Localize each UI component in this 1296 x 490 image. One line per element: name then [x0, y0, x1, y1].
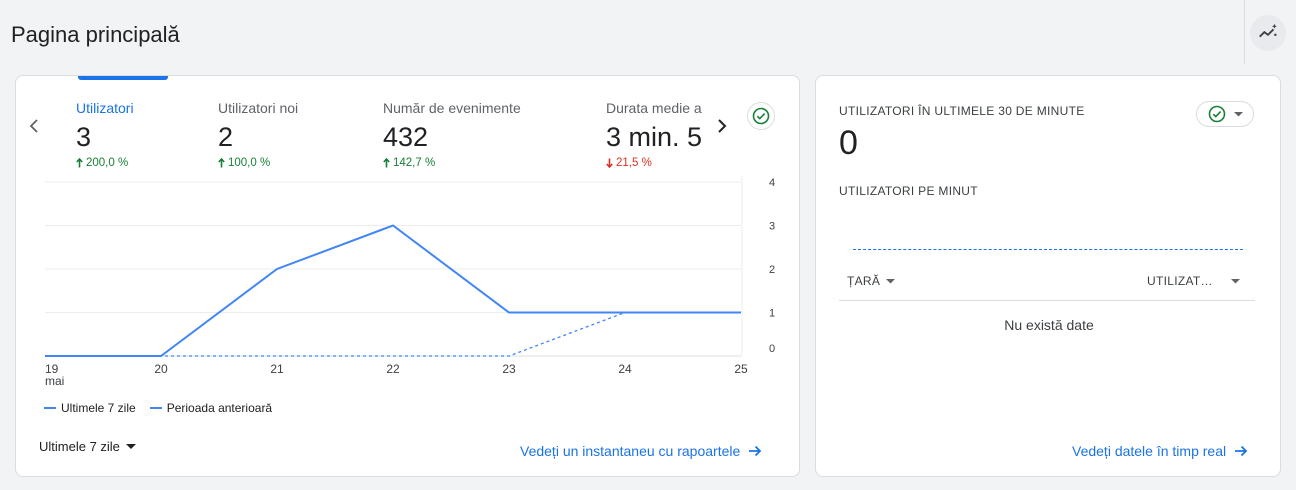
view-realtime-link[interactable]: Vedeți datele în timp real: [1072, 443, 1248, 459]
arrow-right-icon: [1235, 445, 1248, 457]
x-tick-label: 20: [154, 362, 168, 376]
x-tick-label: 25: [734, 362, 748, 376]
date-range-dropdown[interactable]: Ultimele 7 zile: [39, 439, 136, 454]
users-line-chart: 4321019 20 21 22 23 24 25mai: [45, 176, 775, 388]
realtime-table-header: ȚARĂ UTILIZAT…: [839, 266, 1255, 301]
realtime-subtitle: UTILIZATORI PE MINUT: [839, 184, 978, 198]
realtime-card: UTILIZATORI ÎN ULTIMELE 30 DE MINUTE 0 U…: [815, 75, 1281, 477]
overview-card: Utilizatori 3 200,0 % Utilizatori noi 2 …: [15, 75, 800, 477]
x-tick-label: 22: [386, 362, 400, 376]
check-circle-icon: [1208, 105, 1225, 123]
y-tick-label: 2: [769, 264, 775, 276]
legend-label-current: Ultimele 7 zile: [61, 401, 136, 415]
y-tick-label: 3: [769, 221, 775, 233]
legend-swatch-dashed: [149, 407, 162, 409]
view-reports-link[interactable]: Vedeți un instantaneu cu rapoartele: [520, 443, 762, 459]
dropdown-arrow-icon: [886, 278, 896, 283]
x-tick-label: 21: [270, 362, 284, 376]
series-line-previous: [45, 311, 741, 357]
dropdown-arrow-icon: [1230, 278, 1240, 283]
column-users-label: UTILIZAT…: [1147, 274, 1213, 288]
dropdown-arrow-icon: [125, 443, 136, 449]
y-tick-label: 4: [769, 177, 775, 189]
column-users-header[interactable]: UTILIZAT…: [1147, 274, 1240, 288]
no-data-message: Nu există date: [1004, 317, 1094, 333]
x-tick-sublabel: mai: [45, 374, 64, 388]
view-reports-label: Vedeți un instantaneu cu rapoartele: [520, 443, 741, 459]
users-per-minute-sparkline: [853, 249, 1243, 250]
legend-item-previous: Perioada anterioară: [149, 401, 273, 415]
y-tick-label: 0: [769, 343, 775, 355]
realtime-quality-dropdown[interactable]: [1196, 101, 1254, 127]
insights-button[interactable]: [1250, 15, 1286, 51]
realtime-title: UTILIZATORI ÎN ULTIMELE 30 DE MINUTE: [839, 104, 1085, 118]
insights-icon: [1259, 23, 1277, 38]
date-range-label: Ultimele 7 zile: [39, 439, 120, 454]
arrow-right-icon: [749, 445, 762, 457]
column-country-label: ȚARĂ: [847, 274, 881, 288]
legend-swatch-solid: [44, 407, 56, 409]
legend-item-current: Ultimele 7 zile: [44, 401, 136, 415]
page-title: Pagina principală: [11, 22, 180, 47]
series-line-current: [45, 224, 741, 357]
chart-legend: Ultimele 7 zile Perioada anterioară: [44, 401, 272, 415]
dropdown-arrow-icon: [1233, 111, 1243, 116]
x-tick-label: 23: [502, 362, 516, 376]
view-realtime-label: Vedeți datele în timp real: [1072, 443, 1227, 459]
y-tick-label: 1: [769, 308, 775, 320]
legend-label-previous: Perioada anterioară: [166, 401, 273, 415]
x-tick-label: 24: [618, 362, 632, 376]
header-divider: [1244, 0, 1245, 64]
column-country-header[interactable]: ȚARĂ: [847, 274, 896, 288]
realtime-value: 0: [839, 124, 858, 162]
